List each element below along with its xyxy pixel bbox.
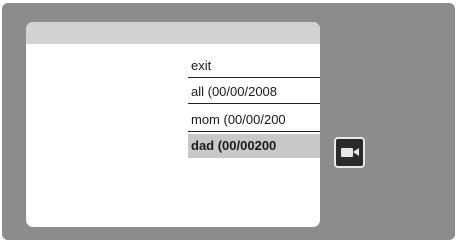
menu-item-all[interactable]: all (00/00/2008 [188,80,320,104]
menu-item-exit[interactable]: exit [188,54,320,78]
panel-header [26,22,320,44]
menu-item-mom[interactable]: mom (00/00/200 [188,108,320,132]
video-camera-icon [341,148,353,157]
menu-item-dad[interactable]: dad (00/00200 [188,134,320,158]
contact-menu: exit all (00/00/2008 mom (00/00/200 dad … [188,54,320,174]
screen: exit all (00/00/2008 mom (00/00/200 dad … [0,0,457,243]
content-panel: exit all (00/00/2008 mom (00/00/200 dad … [26,22,320,227]
video-call-button[interactable] [334,137,365,168]
camera-lens-icon [353,148,359,156]
